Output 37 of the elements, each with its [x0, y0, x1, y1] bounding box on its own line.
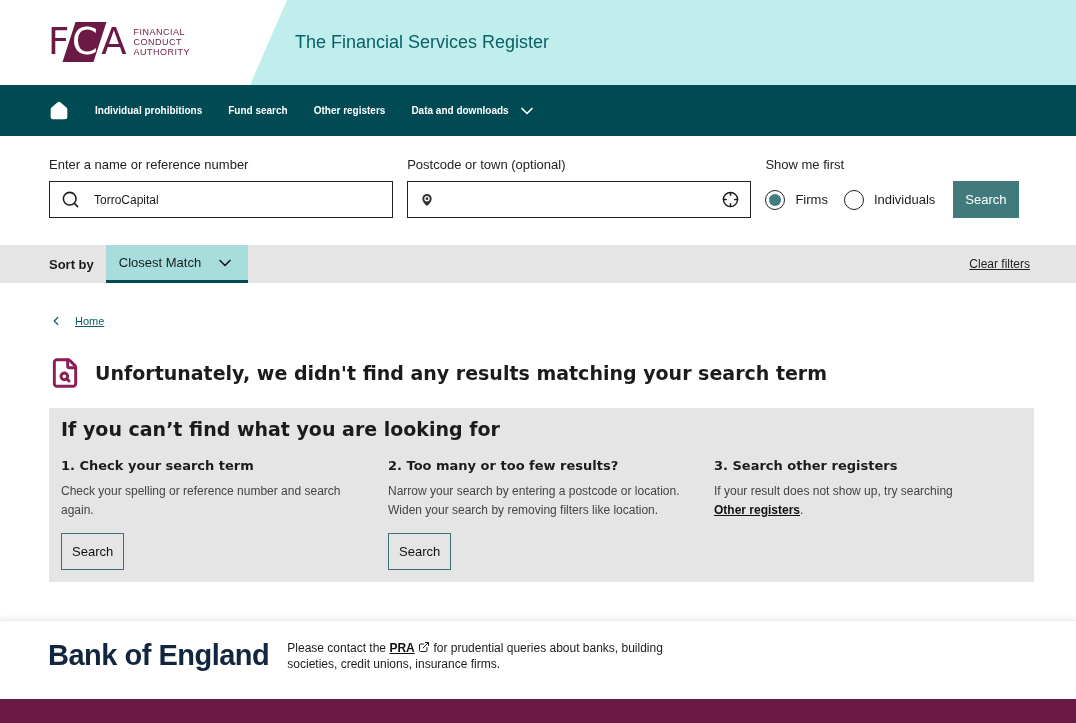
logo-text: FINANCIAL CONDUCT AUTHORITY — [133, 26, 190, 57]
search-button[interactable]: Search — [61, 533, 125, 570]
help-text: Narrow your search by entering a postcode or location. Widen your search by removing filters like location. — [388, 483, 681, 519]
home-icon[interactable] — [49, 100, 69, 121]
fca-logo: FCA — [48, 22, 126, 62]
field-label: Enter a name or reference number — [49, 157, 250, 172]
radio-label: Firms — [795, 192, 828, 207]
help-title: If you can’t find what you are looking for — [61, 418, 501, 440]
crosshair-icon — [722, 191, 740, 208]
help-text: Check your spelling or reference number and search again. — [61, 483, 342, 519]
search-button[interactable]: Search — [388, 533, 452, 570]
help-heading: 1. Check your search term — [61, 458, 254, 473]
help-text: If your result does not show up, try searching Other registers. — [714, 483, 954, 519]
nav-link[interactable]: Other registers — [313, 105, 386, 116]
help-heading: 2. Too many or too few results? — [388, 458, 619, 473]
search-button[interactable]: Search — [953, 181, 1019, 218]
nav-link[interactable]: Fund search — [228, 105, 288, 116]
nav-link[interactable]: Data and downloads — [411, 100, 537, 121]
sort-label: Sort by — [49, 256, 94, 272]
site-title: The Financial Services Register — [295, 32, 550, 53]
radio-label: Individuals — [873, 192, 936, 207]
external-link-icon — [418, 640, 431, 653]
no-results-message: Unfortunately, we didn't find any results matching your search term — [95, 362, 828, 384]
sort-dropdown[interactable]: Closest Match — [105, 245, 249, 283]
breadcrumb-link[interactable]: Home — [75, 314, 105, 327]
field-label: Show me first — [765, 157, 846, 172]
pra-link[interactable]: PRA — [389, 640, 415, 655]
location-pin-icon — [419, 191, 436, 208]
name-search-field[interactable]: TorroCapital — [49, 181, 394, 218]
field-label: Postcode or town (optional) — [407, 157, 567, 172]
nav-link[interactable]: Individual prohibitions — [95, 105, 203, 116]
location-field[interactable] — [407, 181, 752, 218]
search-icon — [61, 190, 80, 209]
help-heading: 3. Search other registers — [714, 458, 898, 473]
bank-of-england-logo: Bank of England — [48, 639, 270, 672]
footer-text: Please contact the PRA for prudential queries about banks, building societies, credit unions, insurance firms. — [287, 639, 664, 672]
clear-filters-link[interactable]: Clear filters — [969, 257, 1030, 271]
